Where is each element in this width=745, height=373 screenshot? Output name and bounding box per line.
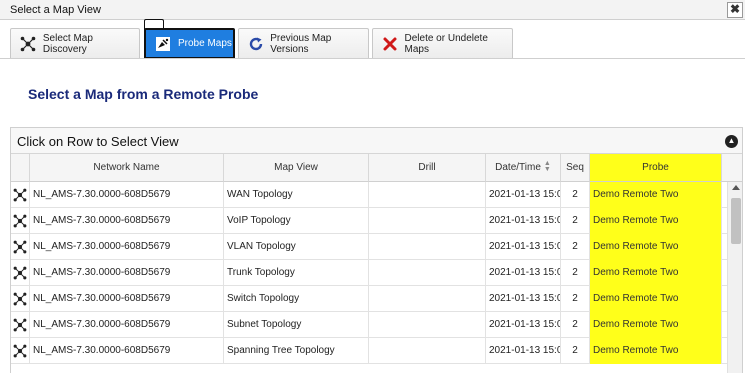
row-icon <box>11 182 30 208</box>
table-row[interactable]: NL_AMS-7.30.0000-608D5679 VoIP Topology 20… <box>11 208 727 234</box>
cell-probe: Demo Remote Two <box>590 208 722 234</box>
tab-delete-undelete-maps[interactable]: Delete or Undelete Maps <box>372 28 513 59</box>
cell-map-view: VLAN Topology <box>224 234 369 260</box>
cell-network-name: NL_AMS-7.30.0000-608D5679 <box>30 286 224 312</box>
window-titlebar: Select a Map View ✖ <box>0 0 745 20</box>
table-row[interactable]: NL_AMS-7.30.0000-608D5679 VLAN Topology 20… <box>11 234 727 260</box>
tab-probe-maps[interactable]: Probe Maps <box>144 28 235 59</box>
tab-select-map-discovery[interactable]: Select Map Discovery <box>10 28 140 59</box>
cell-drill <box>369 260 486 286</box>
table-row[interactable]: NL_AMS-7.30.0000-608D5679 Switch Topology… <box>11 286 727 312</box>
cell-probe: Demo Remote Two <box>590 286 722 312</box>
vertical-scrollbar[interactable] <box>727 182 742 373</box>
cell-drill <box>369 312 486 338</box>
row-icon <box>11 234 30 260</box>
cell-date-time: 2021-01-13 15:07 <box>486 182 561 208</box>
refresh-arrow-icon <box>247 35 264 53</box>
cell-seq: 2 <box>561 312 590 338</box>
cell-network-name: NL_AMS-7.30.0000-608D5679 <box>30 312 224 338</box>
satellite-dish-icon <box>154 35 172 53</box>
cell-probe: Demo Remote Two <box>590 182 722 208</box>
cell-seq: 2 <box>561 182 590 208</box>
table-row[interactable]: NL_AMS-7.30.0000-608D5679 WAN Topology 202… <box>11 182 727 208</box>
tab-label: Select Map Discovery <box>42 33 93 55</box>
window-title: Select a Map View <box>10 4 101 16</box>
network-nodes-icon <box>13 188 27 202</box>
cell-map-view: Trunk Topology <box>224 260 369 286</box>
cell-probe: Demo Remote Two <box>590 234 722 260</box>
table-row[interactable]: NL_AMS-7.30.0000-608D5679 Subnet Topology… <box>11 312 727 338</box>
column-header-map-view[interactable]: Map View <box>224 154 369 182</box>
cell-date-time: 2021-01-13 15:07 <box>486 234 561 260</box>
cell-drill <box>369 286 486 312</box>
cell-drill <box>369 234 486 260</box>
cell-network-name: NL_AMS-7.30.0000-608D5679 <box>30 338 224 364</box>
network-nodes-icon <box>13 266 27 280</box>
scroll-up-icon[interactable] <box>732 185 740 190</box>
cell-seq: 2 <box>561 260 590 286</box>
cell-date-time: 2021-01-13 15:07 <box>486 260 561 286</box>
cell-seq: 2 <box>561 208 590 234</box>
column-header-probe[interactable]: Probe <box>590 154 722 182</box>
cell-network-name: NL_AMS-7.30.0000-608D5679 <box>30 234 224 260</box>
panel-title: Click on Row to Select View <box>17 134 179 149</box>
cell-probe: Demo Remote Two <box>590 338 722 364</box>
network-nodes-icon <box>19 35 37 53</box>
cell-date-time: 2021-01-13 15:07 <box>486 208 561 234</box>
tab-label: Delete or Undelete Maps <box>404 33 488 55</box>
network-nodes-icon <box>13 292 27 306</box>
cell-date-time: 2021-01-13 15:07 <box>486 312 561 338</box>
row-icon <box>11 286 30 312</box>
map-selection-panel: Click on Row to Select View ▲ Network Na… <box>10 127 743 373</box>
collapse-icon[interactable]: ▲ <box>725 135 738 148</box>
cell-date-time: 2021-01-13 15:07 <box>486 286 561 312</box>
column-header-spacer <box>722 154 742 182</box>
network-nodes-icon <box>13 240 27 254</box>
close-button[interactable]: ✖ <box>727 2 743 18</box>
cell-network-name: NL_AMS-7.30.0000-608D5679 <box>30 260 224 286</box>
cell-seq: 2 <box>561 234 590 260</box>
column-header-network-name[interactable]: Network Name <box>30 154 224 182</box>
table-row[interactable]: NL_AMS-7.30.0000-608D5679 Trunk Topology 2… <box>11 260 727 286</box>
cell-drill <box>369 182 486 208</box>
column-header-seq[interactable]: Seq <box>561 154 590 182</box>
cell-map-view: Spanning Tree Topology <box>224 338 369 364</box>
cell-probe: Demo Remote Two <box>590 312 722 338</box>
row-icon <box>11 338 30 364</box>
red-x-icon <box>381 35 399 53</box>
row-icon <box>11 260 30 286</box>
sort-icon: ▲ ▼ <box>543 160 551 174</box>
cell-map-view: Subnet Topology <box>224 312 369 338</box>
network-nodes-icon <box>13 214 27 228</box>
tab-label: Probe Maps <box>178 38 232 49</box>
cell-drill <box>369 338 486 364</box>
cell-map-view: Switch Topology <box>224 286 369 312</box>
cell-map-view: WAN Topology <box>224 182 369 208</box>
cell-network-name: NL_AMS-7.30.0000-608D5679 <box>30 208 224 234</box>
scroll-thumb[interactable] <box>731 198 741 244</box>
row-icon <box>11 312 30 338</box>
panel-header: Click on Row to Select View ▲ <box>11 128 742 154</box>
cell-probe: Demo Remote Two <box>590 260 722 286</box>
cell-seq: 2 <box>561 286 590 312</box>
column-header-drill[interactable]: Drill <box>369 154 486 182</box>
table-row[interactable]: NL_AMS-7.30.0000-608D5679 Spanning Tree T… <box>11 338 727 364</box>
network-nodes-icon <box>13 318 27 332</box>
cell-drill <box>369 208 486 234</box>
column-header-date-time[interactable]: Date/Time ▲ ▼ <box>486 154 561 182</box>
page-heading: Select a Map from a Remote Probe <box>28 86 259 102</box>
cell-seq: 2 <box>561 338 590 364</box>
cell-map-view: VoIP Topology <box>224 208 369 234</box>
tab-divider <box>0 58 745 59</box>
column-header-icon <box>11 154 30 182</box>
tab-previous-map-versions[interactable]: Previous Map Versions <box>238 28 369 59</box>
cell-network-name: NL_AMS-7.30.0000-608D5679 <box>30 182 224 208</box>
cell-date-time: 2021-01-13 15:06 <box>486 338 561 364</box>
date-time-label: Date/Time <box>495 162 541 173</box>
network-nodes-icon <box>13 344 27 358</box>
row-icon <box>11 208 30 234</box>
tab-label: Previous Map Versions <box>270 33 332 55</box>
